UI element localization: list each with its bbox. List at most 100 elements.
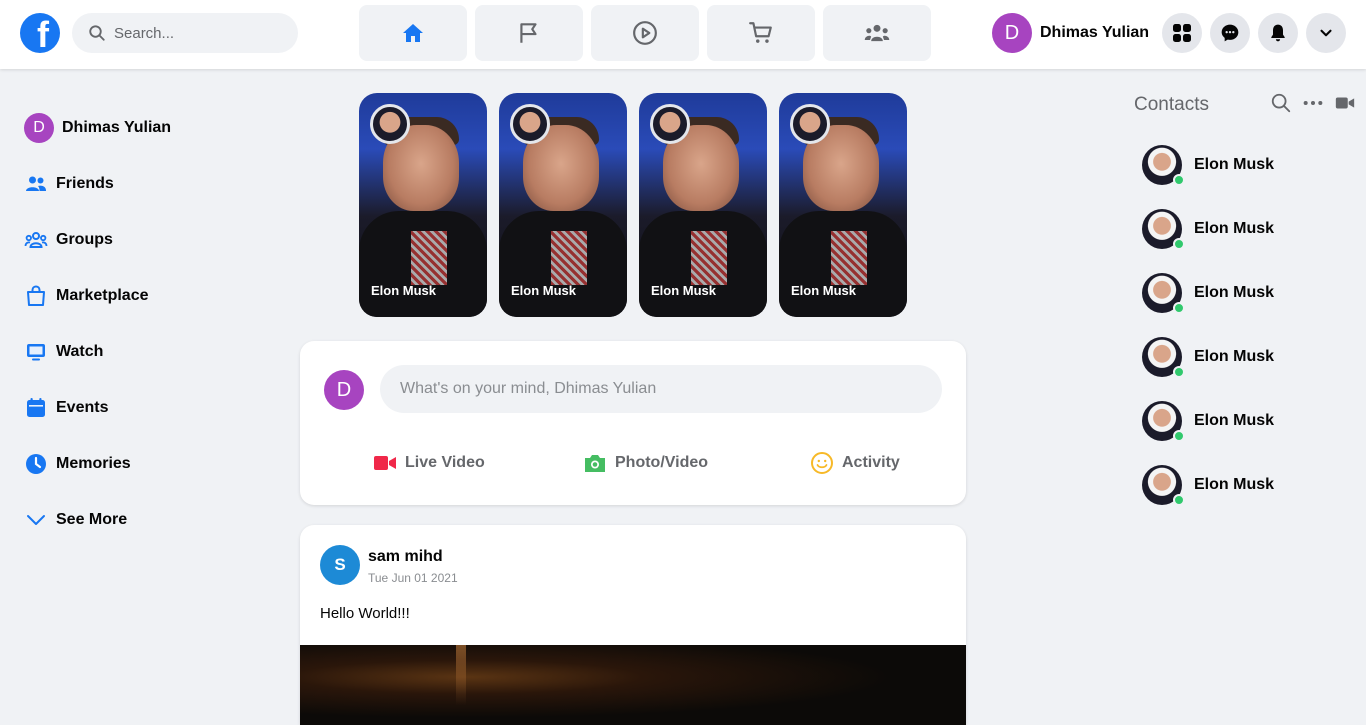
- story-avatar: [510, 104, 550, 144]
- contact-name: Elon Musk: [1194, 284, 1275, 301]
- flag-icon: [520, 23, 537, 43]
- avatar[interactable]: S: [320, 545, 360, 585]
- menu-button[interactable]: [1162, 13, 1202, 53]
- sidebar-item-label: See More: [56, 511, 128, 528]
- contact-name: Elon Musk: [1194, 348, 1275, 365]
- sidebar-item-label: Memories: [56, 455, 131, 472]
- contact-name: Elon Musk: [1194, 220, 1275, 237]
- profile-name: Dhimas Yulian: [1040, 24, 1150, 41]
- story-name: Elon Musk: [371, 283, 437, 298]
- online-status-dot: [1173, 494, 1185, 506]
- home-icon: [403, 24, 423, 42]
- photo-video-button[interactable]: Photo/Video: [583, 449, 708, 477]
- chevron-down-icon: [24, 508, 48, 532]
- sidebar-item-label: Friends: [56, 175, 114, 192]
- search-input[interactable]: [114, 24, 274, 42]
- contact-name: Elon Musk: [1194, 412, 1275, 429]
- story-image: [831, 231, 867, 285]
- contact-item[interactable]: Elon Musk: [1142, 145, 1275, 186]
- sidebar-item-friends[interactable]: Friends: [24, 168, 284, 200]
- friends-icon: [24, 172, 48, 196]
- calendar-icon: [24, 396, 48, 420]
- contact-item[interactable]: Elon Musk: [1142, 209, 1275, 250]
- facebook-logo[interactable]: f: [20, 13, 60, 53]
- tab-pages[interactable]: [475, 5, 583, 61]
- messenger-button[interactable]: [1210, 13, 1250, 53]
- story-card[interactable]: Elon Musk: [639, 93, 767, 317]
- action-label: Activity: [842, 454, 900, 471]
- contact-item[interactable]: Elon Musk: [1142, 465, 1275, 506]
- search-icon: [89, 25, 105, 41]
- post-image[interactable]: [300, 645, 966, 725]
- story-image: [411, 231, 447, 285]
- sidebar-item-profile[interactable]: D Dhimas Yulian: [24, 112, 284, 144]
- activity-button[interactable]: Activity: [810, 449, 900, 477]
- sidebar-item-label: Watch: [56, 343, 104, 360]
- more-icon[interactable]: [1302, 92, 1324, 114]
- image-detail: [456, 645, 466, 705]
- sidebar-item-see-more[interactable]: See More: [24, 504, 284, 536]
- story-name: Elon Musk: [651, 283, 717, 298]
- story-image: [691, 231, 727, 285]
- bell-icon: [1271, 24, 1285, 42]
- sidebar-item-watch[interactable]: Watch: [24, 336, 284, 368]
- groups-icon: [864, 24, 890, 42]
- action-label: Live Video: [405, 454, 485, 471]
- sidebar-item-groups[interactable]: Groups: [24, 224, 284, 256]
- bag-icon: [24, 284, 48, 308]
- account-button[interactable]: [1306, 13, 1346, 53]
- left-sidebar: D Dhimas Yulian Friends Groups Marketpla…: [24, 112, 284, 560]
- sidebar-item-memories[interactable]: Memories: [24, 448, 284, 480]
- menu-grid-icon: [1173, 24, 1191, 42]
- tab-watch[interactable]: [591, 5, 699, 61]
- story-card[interactable]: Elon Musk: [499, 93, 627, 317]
- tab-groups[interactable]: [823, 5, 931, 61]
- contact-item[interactable]: Elon Musk: [1142, 273, 1275, 314]
- cart-icon: [749, 22, 772, 43]
- sidebar-item-marketplace[interactable]: Marketplace: [24, 280, 284, 312]
- sidebar-item-label: Marketplace: [56, 287, 149, 304]
- post-author[interactable]: sam mihd: [368, 548, 443, 566]
- story-image: [551, 231, 587, 285]
- avatar: D: [992, 13, 1032, 53]
- post-composer: D Live Video Photo/Video Activity: [300, 341, 966, 505]
- contact-name: Elon Musk: [1194, 156, 1275, 173]
- story-avatar: [650, 104, 690, 144]
- online-status-dot: [1173, 366, 1185, 378]
- sidebar-item-events[interactable]: Events: [24, 392, 284, 424]
- top-header: f Search... D Dhimas Yulian: [0, 0, 1366, 69]
- story-card[interactable]: Elon Musk: [779, 93, 907, 317]
- avatar: D: [24, 113, 54, 143]
- search-icon[interactable]: [1270, 92, 1292, 114]
- contact-item[interactable]: Elon Musk: [1142, 337, 1275, 378]
- smiley-icon: [811, 452, 833, 474]
- story-avatar: [370, 104, 410, 144]
- composer-input[interactable]: [380, 365, 942, 413]
- story-card[interactable]: Elon Musk: [359, 93, 487, 317]
- post-date: Tue Jun 01 2021: [368, 571, 458, 585]
- groups-icon: [24, 228, 48, 252]
- header-profile[interactable]: D Dhimas Yulian: [992, 13, 1149, 53]
- sidebar-item-label: Events: [56, 399, 109, 416]
- post-text: Hello World!!!: [320, 605, 410, 622]
- online-status-dot: [1173, 302, 1185, 314]
- online-status-dot: [1173, 174, 1185, 186]
- notifications-button[interactable]: [1258, 13, 1298, 53]
- action-label: Photo/Video: [615, 454, 709, 471]
- story-avatar: [790, 104, 830, 144]
- contact-name: Elon Musk: [1194, 476, 1275, 493]
- sidebar-item-label: Dhimas Yulian: [62, 119, 172, 136]
- tab-marketplace[interactable]: [707, 5, 815, 61]
- video-camera-icon[interactable]: [1334, 92, 1356, 114]
- tv-icon: [24, 340, 48, 364]
- feed-post: S sam mihd Tue Jun 01 2021 Hello World!!…: [300, 525, 966, 725]
- avatar: D: [324, 370, 364, 410]
- contacts-title: Contacts: [1134, 94, 1209, 115]
- tab-home[interactable]: [359, 5, 467, 61]
- contacts-toolbar: [1270, 92, 1356, 114]
- search-bar[interactable]: [72, 13, 298, 53]
- online-status-dot: [1173, 430, 1185, 442]
- live-video-button[interactable]: Live Video: [373, 449, 485, 477]
- contact-item[interactable]: Elon Musk: [1142, 401, 1275, 442]
- messenger-icon: [1221, 24, 1239, 42]
